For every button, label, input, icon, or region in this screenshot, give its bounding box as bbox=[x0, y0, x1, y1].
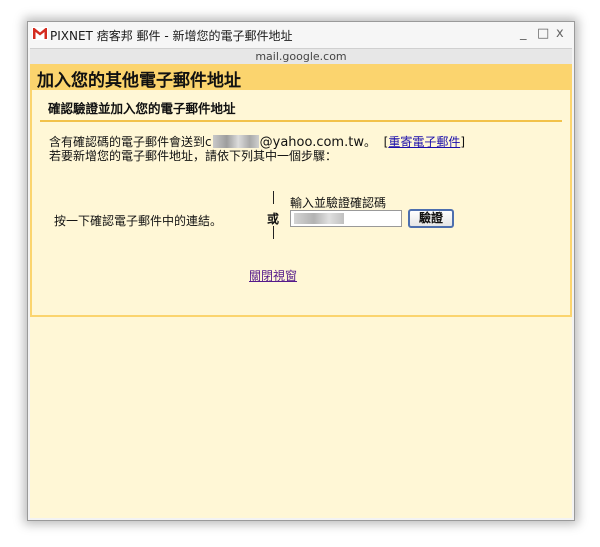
close-window-button[interactable]: x bbox=[556, 25, 564, 43]
separator-bottom bbox=[273, 226, 274, 239]
code-label: 輸入並驗證確認碼 bbox=[290, 196, 387, 210]
close-window-link[interactable]: 關閉視窗 bbox=[249, 267, 297, 284]
minimize-button[interactable]: _ bbox=[520, 25, 527, 43]
gmail-icon bbox=[32, 27, 48, 40]
or-label: 或 bbox=[267, 212, 280, 226]
sent-suffix: 。 bbox=[363, 135, 376, 149]
click-link-instruction: 按一下確認電子郵件中的連結。 bbox=[54, 214, 223, 228]
address-bar: mail.google.com bbox=[30, 48, 572, 65]
verify-button[interactable]: 驗證 bbox=[408, 209, 454, 228]
address-url: mail.google.com bbox=[255, 50, 347, 63]
verification-code-input[interactable] bbox=[290, 210, 402, 227]
resend-email-link[interactable]: 重寄電子郵件 bbox=[388, 135, 460, 149]
popup-window: PIXNET 痞客邦 郵件 - 新增您的電子郵件地址 _ □ x mail.go… bbox=[27, 21, 575, 521]
maximize-button[interactable]: □ bbox=[537, 25, 549, 43]
verify-panel: 確認驗證並加入您的電子郵件地址 含有確認碼的電子郵件會送到c @yahoo.com… bbox=[30, 90, 572, 317]
separator-top bbox=[273, 191, 274, 204]
title-bar[interactable]: PIXNET 痞客邦 郵件 - 新增您的電子郵件地址 _ □ x bbox=[28, 22, 574, 48]
instruction-text: 若要新增您的電子郵件地址，請依下列其中一個步驟： bbox=[49, 149, 338, 163]
divider bbox=[40, 120, 562, 122]
bracket-close: ] bbox=[460, 135, 466, 149]
page-title: 加入您的其他電子郵件地址 bbox=[37, 71, 241, 91]
window-title: PIXNET 痞客邦 郵件 - 新增您的電子郵件地址 bbox=[50, 29, 293, 43]
redacted-code bbox=[294, 213, 344, 224]
page-content: 加入您的其他電子郵件地址 確認驗證並加入您的電子郵件地址 含有確認碼的電子郵件會… bbox=[30, 64, 572, 518]
header-bar: 加入您的其他電子郵件地址 bbox=[30, 64, 572, 91]
panel-subtitle: 確認驗證並加入您的電子郵件地址 bbox=[48, 101, 236, 116]
